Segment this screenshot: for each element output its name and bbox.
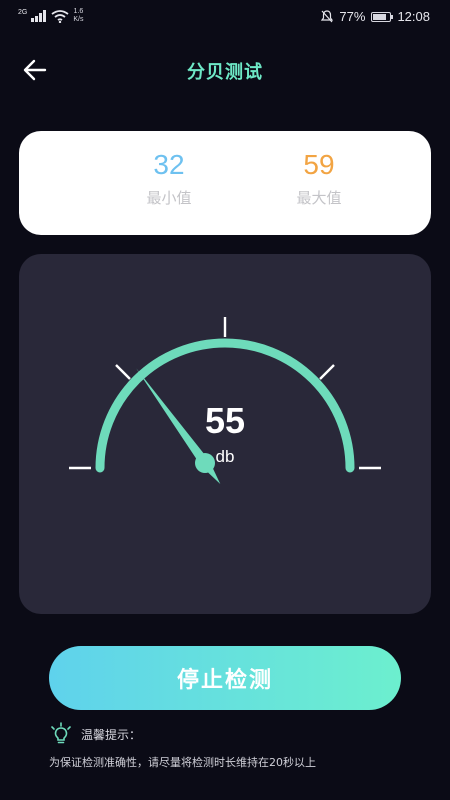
battery-fill	[373, 13, 386, 20]
gauge-tick-upper-left	[115, 364, 131, 380]
min-stat: 32 最小值	[109, 149, 229, 208]
notifications-off-icon	[321, 10, 334, 23]
gauge-tick-upper-right	[319, 364, 335, 380]
page-title: 分贝测试	[187, 62, 263, 83]
signal-icon	[31, 10, 47, 22]
stop-detection-button[interactable]: 停止检测	[49, 646, 401, 710]
clock: 12:08	[397, 9, 430, 24]
network-speed: 1.6 K/s	[73, 8, 83, 24]
min-label: 最小值	[146, 189, 192, 207]
status-bar-right: 77% 12:08	[321, 9, 430, 24]
network-type: 2G	[18, 8, 28, 16]
decibel-unit: db	[215, 447, 235, 466]
lightbulb-icon	[51, 722, 71, 744]
battery-percent: 77%	[339, 9, 366, 24]
decibel-value: 55	[204, 400, 246, 441]
header: 分贝测试	[0, 48, 450, 92]
status-bar: 2G 1.6 K/s 77% 12:08	[0, 0, 450, 34]
tip-header: 温馨提示：	[49, 722, 141, 746]
min-value: 32	[153, 149, 185, 180]
max-label: 最大值	[296, 189, 342, 207]
tip-text: 为保证检测准确性，请尽量将检测时长维持在20秒以上	[49, 756, 316, 769]
tip-title: 温馨提示：	[81, 727, 142, 742]
max-stat: 59 最大值	[259, 149, 379, 208]
max-value: 59	[303, 149, 335, 180]
battery-icon	[371, 11, 394, 22]
wifi-icon	[51, 9, 69, 23]
network-speed-value: 1.6	[73, 8, 84, 15]
stats-card: 32 最小值 59 最大值	[19, 131, 431, 235]
gauge-card: 55 db	[19, 254, 431, 614]
network-speed-unit: K/s	[73, 16, 84, 23]
status-bar-left: 2G 1.6 K/s	[18, 8, 83, 24]
